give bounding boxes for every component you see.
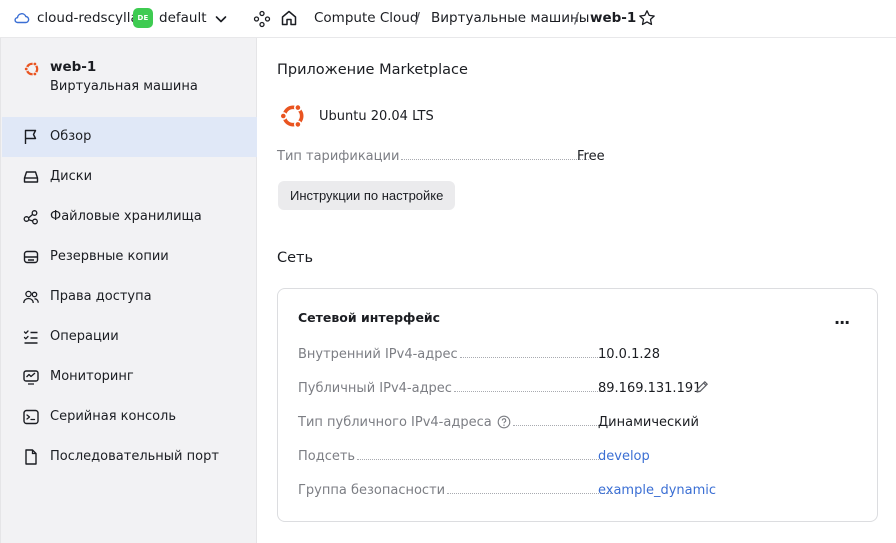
dotted-leader [512,425,609,426]
breadcrumb-separator: / [574,9,580,27]
disk-icon [23,171,39,183]
ubuntu-icon [23,61,39,77]
sidebar-item-serial-port[interactable]: Последовательный порт [2,437,257,477]
folder-badge: DE [133,8,153,28]
more-actions-button[interactable]: ··· [834,313,850,332]
home-icon[interactable] [280,9,298,27]
image-name: Ubuntu 20.04 LTS [319,108,434,124]
sidebar-item-disks[interactable]: Диски [2,157,257,197]
security-group-link[interactable]: example_dynamic [598,483,716,498]
dotted-leader [401,159,590,160]
sidebar-item-label: Мониторинг [50,369,134,384]
sidebar-item-label: Диски [50,169,93,184]
sidebar: web-1 Виртуальная машина Обзор Диски Фай… [0,38,257,543]
row-label: Тип публичного IPv4-адреса [298,415,492,430]
cloud-selector[interactable]: cloud-redscylla [13,9,139,26]
network-title: Сеть [277,250,314,266]
row-value: 10.0.1.28 [598,347,661,362]
marketplace-image: Ubuntu 20.04 LTS [278,101,434,131]
top-bar: cloud-redscylla DE default Compute Cloud… [0,0,896,38]
breadcrumb-virtual-machines[interactable]: Виртуальные машины [431,10,589,26]
row-value: 89.169.131.191 [598,381,702,396]
row-label: Группа безопасности [298,483,446,498]
network-row: Внутренний IPv4-адрес 10.0.1.28 [298,347,778,362]
backup-icon [23,250,39,264]
cloud-icon [14,13,30,24]
sidebar-item-overview[interactable]: Обзор [2,117,257,157]
marketplace-title: Приложение Marketplace [277,62,468,78]
sidebar-item-operations[interactable]: Операции [2,317,257,357]
billing-row: Тип тарификации Free [277,149,605,164]
row-label: Публичный IPv4-адрес [298,381,452,396]
sidebar-item-label: Операции [50,329,119,344]
sidebar-item-label: Серийная консоль [50,409,177,424]
network-row: Публичный IPv4-адрес 89.169.131.191 [298,381,778,396]
billing-value: Free [577,149,605,164]
breadcrumb-compute-cloud[interactable]: Compute Cloud [314,10,418,26]
sidebar-item-serial-console[interactable]: Серийная консоль [2,397,257,437]
file-icon [25,449,37,465]
instructions-button[interactable]: Инструкции по настройке [278,181,456,210]
help-icon[interactable] [497,415,511,429]
breadcrumb-current: web-1 [590,10,637,26]
card-title: Сетевой интерфейс [298,310,441,325]
monitor-icon [23,370,39,385]
row-label: Внутренний IPv4-адрес [298,347,458,362]
dotted-leader [453,391,610,392]
dotted-leader [459,357,612,358]
chevron-down-icon[interactable] [214,12,228,26]
breadcrumb-separator: / [415,9,421,27]
row-value: Динамический [598,415,699,430]
sidebar-item-label: Последовательный порт [50,449,219,464]
dotted-leader [447,493,614,494]
terminal-icon [23,409,39,425]
users-icon [23,290,39,304]
folder-name[interactable]: default [159,10,207,26]
cloud-name: cloud-redscylla [37,9,139,26]
sidebar-item-label: Обзор [50,129,92,144]
sidebar-item-file-storage[interactable]: Файловые хранилища [2,197,257,237]
sidebar-item-label: Резервные копии [50,249,169,264]
share-icon [23,210,38,225]
star-icon[interactable] [638,9,656,27]
services-icon[interactable] [253,10,271,28]
list-icon [23,330,38,344]
edit-icon[interactable] [695,380,709,394]
sidebar-item-label: Права доступа [50,289,152,304]
subnet-link[interactable]: develop [598,449,650,464]
vm-type: Виртуальная машина [50,79,198,94]
vm-name: web-1 [50,59,97,75]
network-interface-card: Сетевой интерфейс ··· Внутренний IPv4-ад… [277,288,878,522]
sidebar-item-access-rights[interactable]: Права доступа [2,277,257,317]
sidebar-item-backups[interactable]: Резервные копии [2,237,257,277]
dotted-leader [357,459,604,460]
sidebar-item-label: Файловые хранилища [50,209,202,224]
main-content: Приложение Marketplace Ubuntu 20.04 LTS … [258,39,896,543]
ubuntu-icon [279,103,304,129]
billing-label: Тип тарификации [277,149,400,164]
row-label: Подсеть [298,449,356,464]
network-row: Тип публичного IPv4-адреса Динамический [298,415,778,430]
network-row: Группа безопасности example_dynamic [298,483,778,498]
flag-icon [24,129,37,144]
sidebar-item-monitoring[interactable]: Мониторинг [2,357,257,397]
network-row: Подсеть develop [298,449,778,464]
